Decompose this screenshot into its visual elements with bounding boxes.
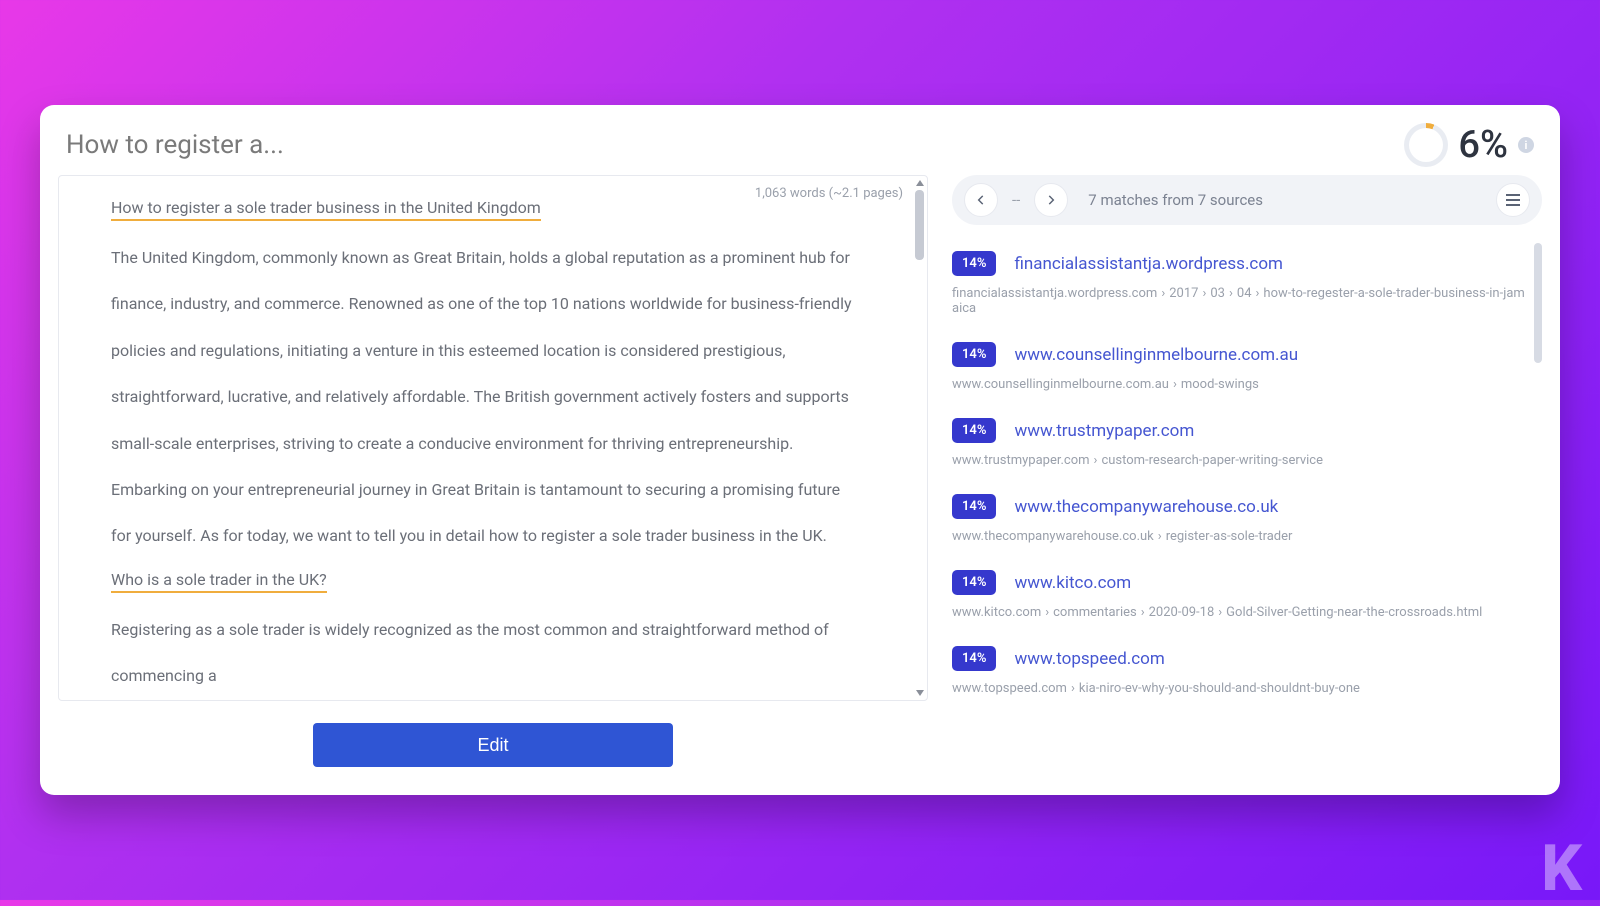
breadcrumb-segment: www.topspeed.com <box>952 681 1067 696</box>
source-item-top: 14% www.trustmypaper.com <box>952 418 1530 443</box>
editor-content[interactable]: How to register a sole trader business i… <box>59 176 913 700</box>
breadcrumb-segment: financialassistantja.wordpress.com <box>952 286 1157 301</box>
editor-column: 1,063 words (~2.1 pages) How to register… <box>58 175 928 795</box>
match-percent-badge: 14% <box>952 418 996 443</box>
prev-match-button[interactable] <box>964 183 998 217</box>
doc-paragraph: The United Kingdom, commonly known as Gr… <box>111 235 861 560</box>
breadcrumb-separator-icon: › <box>1094 453 1098 468</box>
source-breadcrumb: www.counsellinginmelbourne.com.au › mood-s… <box>952 377 1530 392</box>
breadcrumb-segment: 03 <box>1210 286 1225 301</box>
match-percent-badge: 14% <box>952 342 996 367</box>
source-item[interactable]: 14% www.kitco.com www.kitco.com › commentari… <box>952 558 1530 634</box>
breadcrumb-segment: www.counsellinginmelbourne.com.au <box>952 377 1169 392</box>
scroll-down-icon[interactable] <box>916 690 924 696</box>
breadcrumb-separator-icon: › <box>1218 605 1222 620</box>
source-item[interactable]: 14% www.topspeed.com www.topspeed.com › kia-… <box>952 634 1530 710</box>
source-item-top: 14% www.counsellinginmelbourne.com.au <box>952 342 1530 367</box>
editor-shell: 1,063 words (~2.1 pages) How to register… <box>58 175 928 701</box>
breadcrumb-separator-icon: › <box>1045 605 1049 620</box>
sources-list[interactable]: 14%financialassistantja.wordpress.comfin… <box>952 239 1542 795</box>
app-card: How to register a... 6% i 1,063 words (~… <box>40 105 1560 795</box>
breadcrumb-segment: register-as-sole-trader <box>1166 529 1293 544</box>
score-percent: 6% <box>1458 123 1508 167</box>
source-breadcrumb: www.topspeed.com › kia-niro-ev-why-you-sho… <box>952 681 1530 696</box>
breadcrumb-segment: mood-swings <box>1181 377 1259 392</box>
source-item-top: 14% www.topspeed.com <box>952 646 1530 671</box>
edit-button[interactable]: Edit <box>313 723 673 767</box>
sources-menu-button[interactable] <box>1496 183 1530 217</box>
breadcrumb-separator-icon: › <box>1141 605 1145 620</box>
source-item[interactable]: 14%www.counsellinginmelbourne.com.auwww.… <box>952 330 1530 406</box>
source-breadcrumb: www.thecompanywarehouse.co.uk › register-a… <box>952 529 1530 544</box>
menu-icon <box>1506 194 1520 206</box>
editor-scrollbar[interactable] <box>915 180 924 696</box>
scroll-thumb[interactable] <box>915 190 924 260</box>
chevron-left-icon <box>974 193 988 207</box>
scroll-up-icon[interactable] <box>916 180 924 186</box>
chevron-right-icon <box>1044 193 1058 207</box>
source-item[interactable]: 14%www.trustmypaper.comwww.trustmypaper.… <box>952 406 1530 482</box>
doc-subheading: Who is a sole trader in the UK? <box>111 570 327 593</box>
source-item[interactable]: 14%financialassistantja.wordpress.comfin… <box>952 239 1530 330</box>
breadcrumb-segment: custom-research-paper-writing-service <box>1101 453 1323 468</box>
source-link[interactable]: financialassistantja.wordpress.com <box>1014 254 1282 274</box>
sources-toolbar: -- 7 matches from 7 sources <box>952 175 1542 225</box>
doc-paragraph-2: Registering as a sole trader is widely r… <box>111 607 861 700</box>
matches-summary: 7 matches from 7 sources <box>1088 191 1263 209</box>
breadcrumb-separator-icon: › <box>1229 286 1233 301</box>
breadcrumb-separator-icon: › <box>1158 529 1162 544</box>
source-link[interactable]: www.kitco.com <box>1014 573 1131 593</box>
source-item-top: 14% www.kitco.com <box>952 570 1530 595</box>
breadcrumb-segment: 2017 <box>1169 286 1198 301</box>
next-match-button[interactable] <box>1034 183 1068 217</box>
source-link[interactable]: www.topspeed.com <box>1014 649 1164 669</box>
source-breadcrumb: www.trustmypaper.com ›custom-research-pap… <box>952 453 1530 468</box>
source-item-top: 14% www.thecompanywarehouse.co.uk <box>952 494 1530 519</box>
source-item-top: 14% financialassistantja.wordpress.com <box>952 251 1530 276</box>
source-breadcrumb: www.kitco.com›commentaries›2020-09-18›Go… <box>952 605 1530 620</box>
body: 1,063 words (~2.1 pages) How to register… <box>58 175 1542 795</box>
source-breadcrumb: financialassistantja.wordpress.com › 2017 ›… <box>952 286 1530 316</box>
breadcrumb-separator-icon: › <box>1161 286 1165 301</box>
source-link[interactable]: www.counsellinginmelbourne.com.au <box>1014 345 1298 365</box>
match-percent-badge: 14% <box>952 570 996 595</box>
breadcrumb-separator-icon: › <box>1173 377 1177 392</box>
info-icon[interactable]: i <box>1518 137 1534 153</box>
score-ring-icon <box>1404 123 1448 167</box>
match-percent-badge: 14% <box>952 646 996 671</box>
source-link[interactable]: www.thecompanywarehouse.co.uk <box>1014 497 1278 517</box>
sources-scroll-thumb[interactable] <box>1534 243 1542 363</box>
header: How to register a... 6% i <box>58 123 1542 175</box>
breadcrumb-segment: 2020-09-18 <box>1149 605 1215 620</box>
breadcrumb-segment: www.kitco.com <box>952 605 1041 620</box>
match-percent-badge: 14% <box>952 251 996 276</box>
document-title: How to register a... <box>66 130 284 160</box>
breadcrumb-segment: commentaries <box>1053 605 1137 620</box>
doc-heading: How to register a sole trader business i… <box>111 198 541 221</box>
match-percent-badge: 14% <box>952 494 996 519</box>
source-item[interactable]: 14%www.thecompanywarehouse.co.ukwww.thec… <box>952 482 1530 558</box>
breadcrumb-segment: kia-niro-ev-why-you-should-and-shouldnt-… <box>1079 681 1360 696</box>
breadcrumb-segment: 04 <box>1237 286 1252 301</box>
sources-column: -- 7 matches from 7 sources 14% financial… <box>952 175 1542 795</box>
breadcrumb-separator-icon: › <box>1202 286 1206 301</box>
source-link[interactable]: www.trustmypaper.com <box>1014 421 1194 441</box>
breadcrumb-segment: www.trustmypaper.com <box>952 453 1090 468</box>
score-section: 6% i <box>1404 123 1534 167</box>
breadcrumb-segment: Gold-Silver-Getting-near-the-crossroads.… <box>1226 605 1482 620</box>
match-position: -- <box>1012 191 1020 209</box>
breadcrumb-separator-icon: › <box>1256 286 1260 301</box>
breadcrumb-separator-icon: › <box>1071 681 1075 696</box>
watermark: K <box>1541 831 1578 906</box>
breadcrumb-segment: www.thecompanywarehouse.co.uk <box>952 529 1154 544</box>
